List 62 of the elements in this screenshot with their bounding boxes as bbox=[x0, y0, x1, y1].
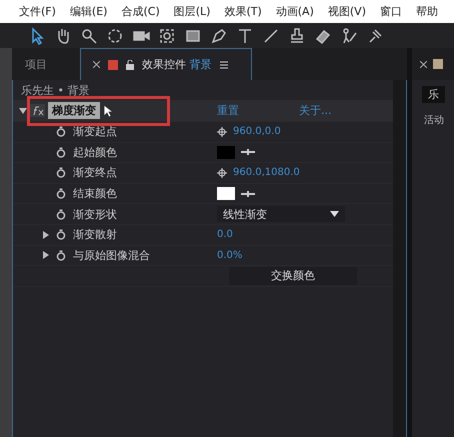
stopwatch-icon[interactable] bbox=[56, 250, 66, 261]
eyedropper-icon[interactable] bbox=[241, 149, 255, 156]
menu-item[interactable]: 帮助 bbox=[416, 4, 438, 19]
point-value[interactable]: 960.0,0.0 bbox=[233, 126, 281, 138]
color-swatch[interactable] bbox=[217, 187, 235, 200]
menu-item[interactable]: 动画(A) bbox=[276, 4, 314, 19]
close-icon[interactable] bbox=[93, 61, 100, 68]
property-name: 与原始图像混合 bbox=[73, 248, 150, 263]
panel-label: 活动 bbox=[424, 114, 445, 127]
breadcrumb: 乐先生 • 背景 bbox=[20, 82, 90, 98]
type-icon[interactable] bbox=[236, 26, 254, 44]
panel-tab[interactable]: 乐 bbox=[422, 86, 445, 103]
property-name: 渐变终点 bbox=[73, 165, 117, 180]
stamp-icon[interactable] bbox=[288, 26, 306, 44]
number-value[interactable]: 0.0 bbox=[217, 229, 233, 240]
fx-icon[interactable] bbox=[30, 104, 45, 117]
stopwatch-icon[interactable] bbox=[56, 167, 66, 178]
magnifier-icon[interactable] bbox=[80, 26, 98, 44]
property-name: 渐变形状 bbox=[73, 206, 117, 222]
eyedropper-icon[interactable] bbox=[241, 190, 255, 197]
caret-icon[interactable] bbox=[330, 211, 339, 218]
stopwatch-icon[interactable] bbox=[56, 188, 66, 200]
label-color-icon bbox=[433, 59, 443, 69]
property-name: 渐变起点 bbox=[73, 124, 117, 140]
panel-tab[interactable]: 效果控件 背景 bbox=[80, 48, 252, 80]
menu-item[interactable]: 视图(V) bbox=[328, 4, 366, 19]
crosshair-icon[interactable] bbox=[217, 168, 227, 178]
crosshair-icon[interactable] bbox=[217, 126, 227, 137]
pan-behind-icon[interactable] bbox=[158, 26, 176, 44]
stopwatch-icon[interactable] bbox=[56, 146, 66, 158]
menu-item[interactable]: 编辑(E) bbox=[70, 4, 108, 19]
property-name: 渐变散射 bbox=[73, 227, 117, 242]
close-icon[interactable] bbox=[420, 60, 427, 68]
disclosure-triangle-icon[interactable] bbox=[42, 251, 50, 260]
swap-colors-button[interactable]: 交换颜色 bbox=[229, 266, 357, 285]
menu-icon[interactable] bbox=[220, 60, 228, 68]
lock-icon[interactable] bbox=[126, 60, 134, 70]
menu-item[interactable]: 窗口 bbox=[380, 4, 402, 19]
property-name: 结束颜色 bbox=[73, 186, 117, 202]
number-value[interactable]: 0.0% bbox=[217, 250, 242, 261]
stopwatch-icon[interactable] bbox=[56, 208, 66, 220]
pen-icon[interactable] bbox=[210, 26, 228, 44]
menu-item[interactable]: 文件(F) bbox=[19, 4, 56, 19]
menu-item[interactable]: 合成(C) bbox=[121, 4, 160, 19]
reset-link[interactable]: 重置 bbox=[217, 103, 239, 118]
menu-item[interactable]: 效果(T) bbox=[224, 4, 262, 19]
scrollbar[interactable] bbox=[393, 80, 406, 437]
brush-icon[interactable] bbox=[262, 26, 280, 44]
about-link[interactable]: 关于... bbox=[299, 103, 332, 118]
effect-name[interactable]: 梯度渐变 bbox=[48, 102, 100, 119]
disclosure-triangle-icon[interactable] bbox=[42, 230, 50, 239]
stopwatch-icon[interactable] bbox=[56, 126, 66, 138]
stopwatch-icon[interactable] bbox=[56, 229, 66, 240]
property-name: 起始颜色 bbox=[73, 144, 117, 160]
point-value[interactable]: 960.0,1080.0 bbox=[233, 167, 300, 178]
disclosure-triangle-icon[interactable] bbox=[19, 106, 27, 114]
rotate-icon[interactable] bbox=[106, 26, 124, 44]
shape-dropdown[interactable]: 线性渐变 bbox=[217, 206, 345, 222]
cursor-icon bbox=[103, 104, 113, 118]
label-color-icon bbox=[108, 60, 118, 70]
color-swatch[interactable] bbox=[217, 146, 235, 159]
menu-item[interactable]: 图层(L) bbox=[174, 4, 210, 19]
